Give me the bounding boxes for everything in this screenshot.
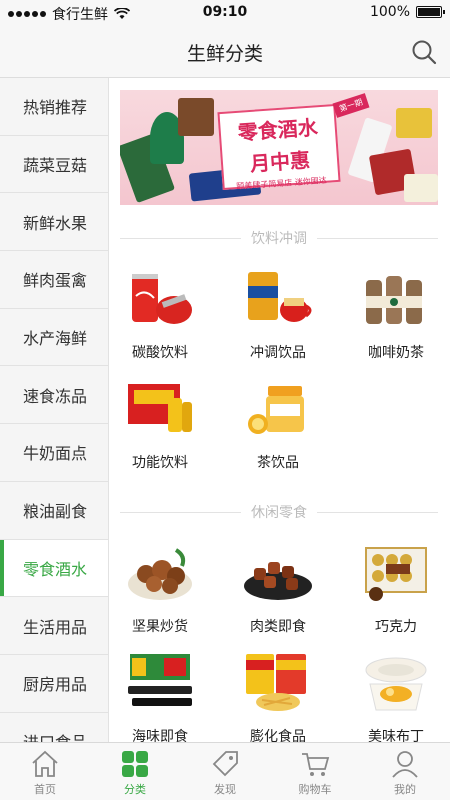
section-title-snacks: 休闲零食 <box>120 502 438 522</box>
category-cell-puffed-food[interactable]: 膨化食品 <box>228 650 328 742</box>
category-label: 碳酸饮料 <box>132 345 188 361</box>
tab-label: 首页 <box>34 783 56 796</box>
sidebar-item-fruit[interactable]: 新鲜水果 <box>0 193 108 252</box>
banner-title-line2: 月中惠 <box>249 147 311 177</box>
category-label: 肉类即食 <box>250 619 306 635</box>
category-content: 零食酒水 月中惠 颐美肆子简易店 迷你囤达 第一期 饮料冲调 碳酸饮料 冲调饮品… <box>110 78 450 742</box>
category-label: 咖啡奶茶 <box>368 345 424 361</box>
nuts-bowl-icon <box>124 540 196 606</box>
snack-box-image <box>178 98 214 136</box>
category-label: 功能饮料 <box>132 455 188 471</box>
nav-bar: 生鲜分类 <box>0 26 450 78</box>
chocolate-box-icon <box>360 540 432 606</box>
energy-drink-box-icon <box>124 376 196 442</box>
tab-profile[interactable]: 我的 <box>360 743 450 800</box>
category-cell-pudding[interactable]: 美味布丁 <box>346 650 446 742</box>
tab-label: 购物车 <box>298 783 332 796</box>
category-cell-coffee-milk-tea[interactable]: 咖啡奶茶 <box>346 266 446 366</box>
sidebar-item-vegetables[interactable]: 蔬菜豆菇 <box>0 136 108 194</box>
home-icon <box>32 750 58 777</box>
search-button[interactable] <box>410 38 438 66</box>
category-label: 膨化食品 <box>250 729 306 742</box>
chips-bag-icon <box>242 650 314 716</box>
jerky-plate-icon <box>242 540 314 606</box>
category-cell-functional-drinks[interactable]: 功能饮料 <box>110 376 210 476</box>
sidebar-item-kitchen[interactable]: 厨房用品 <box>0 655 108 713</box>
banner-tag: 第一期 <box>332 93 370 118</box>
tab-label: 分类 <box>124 783 146 796</box>
section-title-text: 休闲零食 <box>251 505 307 521</box>
tab-label: 我的 <box>394 783 416 796</box>
category-label: 海味即食 <box>132 729 188 742</box>
category-cell-chocolate[interactable]: 巧克力 <box>346 540 446 640</box>
tab-discover[interactable]: 发现 <box>180 743 270 800</box>
cart-icon <box>302 753 330 776</box>
section-title-text: 饮料冲调 <box>251 231 307 247</box>
search-icon <box>412 40 437 65</box>
coffee-bottles-icon <box>360 266 432 332</box>
milk-tea-powder-icon <box>242 266 314 332</box>
sidebar-item-imported[interactable]: 进口食品 <box>0 713 108 742</box>
seaweed-snack-icon <box>124 650 196 716</box>
sidebar-item-hot[interactable]: 热销推荐 <box>0 78 108 136</box>
sidebar-item-snacks-drinks[interactable]: 零食酒水 <box>0 539 108 598</box>
sidebar-item-seafood[interactable]: 水产海鲜 <box>0 309 108 367</box>
category-label: 巧克力 <box>375 619 417 635</box>
cola-can-icon <box>124 266 196 332</box>
tab-cart[interactable]: 购物车 <box>270 743 360 800</box>
user-icon <box>392 751 418 778</box>
tag-icon <box>212 751 238 777</box>
category-label: 坚果炒货 <box>132 619 188 635</box>
tab-label: 发现 <box>214 783 236 796</box>
tab-home[interactable]: 首页 <box>0 743 90 800</box>
sidebar-item-dairy-bakery[interactable]: 牛奶面点 <box>0 424 108 482</box>
banner-title-card: 零食酒水 月中惠 颐美肆子简易店 迷你囤达 <box>217 103 341 192</box>
category-cell-seafood-snacks[interactable]: 海味即食 <box>110 650 210 742</box>
sidebar-item-frozen[interactable]: 速食冻品 <box>0 366 108 425</box>
category-grid-icon <box>122 751 148 777</box>
battery-percent: 100% <box>369 4 410 20</box>
promo-banner[interactable]: 零食酒水 月中惠 颐美肆子简易店 迷你囤达 第一期 <box>120 90 438 205</box>
category-cell-tea-drinks[interactable]: 茶饮品 <box>228 376 328 476</box>
banner-title-line1: 零食酒水 <box>237 115 319 145</box>
citron-tea-jar-icon <box>242 376 314 442</box>
category-cell-instant-drinks[interactable]: 冲调饮品 <box>228 266 328 366</box>
sidebar-item-meat-eggs[interactable]: 鲜肉蛋禽 <box>0 251 108 309</box>
status-right: 100% <box>369 4 445 20</box>
category-label: 茶饮品 <box>257 455 299 471</box>
tab-bar: 首页 分类 发现 购物车 我的 <box>0 742 450 800</box>
pudding-cup-icon <box>360 650 432 716</box>
page-title: 生鲜分类 <box>186 43 263 65</box>
battery-icon <box>416 6 445 18</box>
chips-image <box>396 108 432 138</box>
tea-box-image <box>404 174 438 202</box>
category-cell-carbonated[interactable]: 碳酸饮料 <box>110 266 210 366</box>
category-label: 冲调饮品 <box>250 345 306 361</box>
category-sidebar: 热销推荐 蔬菜豆菇 新鲜水果 鲜肉蛋禽 水产海鲜 速食冻品 牛奶面点 粮油副食 … <box>0 78 109 742</box>
category-label: 美味布丁 <box>368 729 424 742</box>
category-cell-nuts[interactable]: 坚果炒货 <box>110 540 210 640</box>
section-title-drinks: 饮料冲调 <box>120 228 438 248</box>
category-cell-meat-snacks[interactable]: 肉类即食 <box>228 540 328 640</box>
banner-subtitle: 颐美肆子简易店 迷你囤达 <box>236 175 328 192</box>
tab-category[interactable]: 分类 <box>90 743 180 800</box>
status-bar: 食行生鲜 09:10 100% <box>0 0 450 26</box>
sidebar-item-daily-goods[interactable]: 生活用品 <box>0 597 108 655</box>
sidebar-item-grain-oil[interactable]: 粮油副食 <box>0 482 108 540</box>
